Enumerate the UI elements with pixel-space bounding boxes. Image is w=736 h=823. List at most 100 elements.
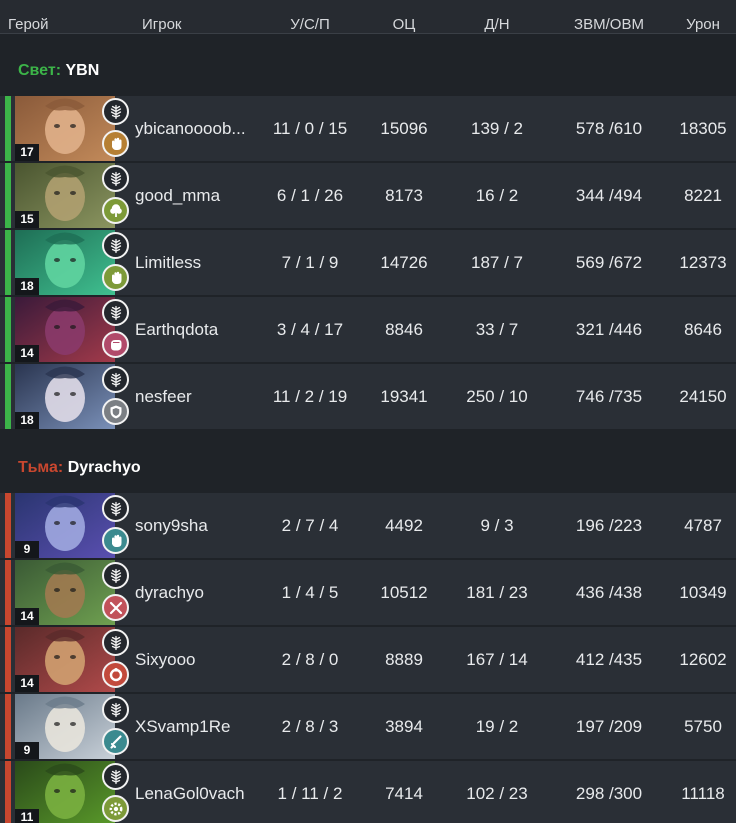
player-name[interactable]: dyrachyo <box>135 560 257 625</box>
xpm-gpm-value: 298 /300 <box>575 784 643 803</box>
player-row[interactable]: 9 XSvamp1Re 2 / 8 / 3 3894 19 / 2 197 /209 575… <box>0 694 736 759</box>
damage-value: 10349 <box>679 583 727 602</box>
player-row[interactable]: 14 Sixyooo 2 / 8 / 0 8889 167 / 14 412 /435 12… <box>0 627 736 692</box>
lasthits-denies-value: 181 / 23 <box>466 583 528 602</box>
swords-icon[interactable] <box>102 594 129 621</box>
player-name[interactable]: ybicanoooob... <box>135 96 257 161</box>
hero-portrait[interactable]: 14 <box>15 627 115 692</box>
team-color-strip <box>5 163 11 228</box>
talent-tree-icon[interactable] <box>102 165 129 192</box>
column-header-xpm-gpm[interactable]: ЗВМ/ОВМ <box>574 0 644 34</box>
talent-tree-icon[interactable] <box>102 299 129 326</box>
talent-tree-icon[interactable] <box>102 232 129 259</box>
player-row[interactable]: 14 Earthqdota 3 / 4 / 17 8846 33 / 7 321 /446… <box>0 297 736 362</box>
xpm-gpm-value: 344 /494 <box>575 186 643 205</box>
team-color-strip <box>5 493 11 558</box>
dire-team-name: Dyrachyo <box>67 459 141 476</box>
hero-level: 15 <box>15 211 39 228</box>
kda-value: 7 / 1 / 9 <box>281 253 339 272</box>
hero-portrait[interactable]: 9 <box>15 694 115 759</box>
player-row[interactable]: 18 nesfeer 11 / 2 / 19 19341 250 / 10 746 /73… <box>0 364 736 429</box>
player-row[interactable]: 14 dyrachyo 1 / 4 / 5 10512 181 / 23 436 /438… <box>0 560 736 625</box>
talent-tree-icon[interactable] <box>102 562 129 589</box>
player-row[interactable]: 9 sony9sha 2 / 7 / 4 4492 9 / 3 196 /223 4787 <box>0 493 736 558</box>
player-name[interactable]: XSvamp1Re <box>135 694 257 759</box>
fist-icon[interactable] <box>102 331 129 358</box>
team-color-strip <box>5 96 11 161</box>
lasthits-denies-value: 16 / 2 <box>475 186 519 205</box>
sword-icon[interactable] <box>102 728 129 755</box>
hero-portrait[interactable]: 18 <box>15 364 115 429</box>
damage-value: 5750 <box>684 717 722 736</box>
team-color-strip <box>5 694 11 759</box>
column-header-lasthits-denies[interactable]: Д/Н <box>484 0 509 34</box>
kda-value: 1 / 4 / 5 <box>281 583 339 602</box>
player-row[interactable]: 15 good_mma 6 / 1 / 26 8173 16 / 2 344 /494 82… <box>0 163 736 228</box>
damage-value: 18305 <box>679 119 727 138</box>
kda-value: 1 / 11 / 2 <box>277 784 343 803</box>
hero-portrait[interactable]: 14 <box>15 560 115 625</box>
hero-level: 9 <box>15 541 39 558</box>
radiant-side-label: Свет: <box>18 62 62 79</box>
ring-icon[interactable] <box>102 661 129 688</box>
talent-tree-icon[interactable] <box>102 696 129 723</box>
team-color-strip <box>5 364 11 429</box>
column-header-score[interactable]: ОЦ <box>393 0 416 34</box>
talent-tree-icon[interactable] <box>102 763 129 790</box>
lasthits-denies-value: 33 / 7 <box>475 320 519 339</box>
player-name[interactable]: Limitless <box>135 230 257 295</box>
talent-tree-icon[interactable] <box>102 495 129 522</box>
lasthits-denies-value: 102 / 23 <box>466 784 528 803</box>
column-header-hero[interactable]: Герой <box>8 0 49 34</box>
player-row[interactable]: 17 ybicanoooob... 11 / 0 / 15 15096 139 / 2 5… <box>0 96 736 161</box>
score-value: 8846 <box>385 320 423 339</box>
hero-portrait[interactable]: 18 <box>15 230 115 295</box>
damage-value: 8646 <box>684 320 722 339</box>
hero-level: 11 <box>15 809 39 823</box>
gear-icon[interactable] <box>102 795 129 822</box>
xpm-gpm-value: 578 /610 <box>575 119 643 138</box>
lasthits-denies-value: 19 / 2 <box>475 717 519 736</box>
talent-tree-icon[interactable] <box>102 629 129 656</box>
hero-portrait[interactable]: 14 <box>15 297 115 362</box>
kda-value: 2 / 7 / 4 <box>281 516 339 535</box>
player-row[interactable]: 18 Limitless 7 / 1 / 9 14726 187 / 7 569 /672… <box>0 230 736 295</box>
shield-icon[interactable] <box>102 398 129 425</box>
hero-portrait[interactable]: 17 <box>15 96 115 161</box>
hand-icon[interactable] <box>102 527 129 554</box>
hand-icon[interactable] <box>102 264 129 291</box>
score-value: 8889 <box>385 650 423 669</box>
hero-level: 17 <box>15 144 39 161</box>
hero-portrait[interactable]: 11 <box>15 761 115 823</box>
lasthits-denies-value: 139 / 2 <box>471 119 523 138</box>
talent-tree-icon[interactable] <box>102 366 129 393</box>
score-value: 15096 <box>380 119 428 138</box>
player-name[interactable]: Earthqdota <box>135 297 257 362</box>
player-name[interactable]: nesfeer <box>135 364 257 429</box>
tree-icon[interactable] <box>102 197 129 224</box>
player-name[interactable]: Sixyooo <box>135 627 257 692</box>
talent-tree-icon[interactable] <box>102 98 129 125</box>
score-value: 14726 <box>380 253 428 272</box>
xpm-gpm-value: 436 /438 <box>575 583 643 602</box>
score-value: 19341 <box>380 387 428 406</box>
hero-portrait[interactable]: 15 <box>15 163 115 228</box>
hero-portrait[interactable]: 9 <box>15 493 115 558</box>
kda-value: 2 / 8 / 3 <box>281 717 339 736</box>
player-name[interactable]: sony9sha <box>135 493 257 558</box>
hand-icon[interactable] <box>102 130 129 157</box>
player-name[interactable]: LenaGol0vach <box>135 761 257 823</box>
player-name[interactable]: good_mma <box>135 163 257 228</box>
kda-value: 11 / 2 / 19 <box>272 387 348 406</box>
hero-level: 14 <box>15 675 39 692</box>
xpm-gpm-value: 569 /672 <box>575 253 643 272</box>
score-value: 4492 <box>385 516 423 535</box>
column-header-player[interactable]: Игрок <box>142 0 182 34</box>
damage-value: 4787 <box>684 516 722 535</box>
player-row[interactable]: 11 LenaGol0vach 1 / 11 / 2 7414 102 / 23 298 … <box>0 761 736 823</box>
column-header-kda[interactable]: У/С/П <box>290 0 329 34</box>
column-header-damage[interactable]: Урон <box>686 0 720 34</box>
radiant-team-title: Свет: YBN <box>18 62 99 80</box>
score-value: 7414 <box>385 784 423 803</box>
xpm-gpm-value: 746 /735 <box>575 387 643 406</box>
